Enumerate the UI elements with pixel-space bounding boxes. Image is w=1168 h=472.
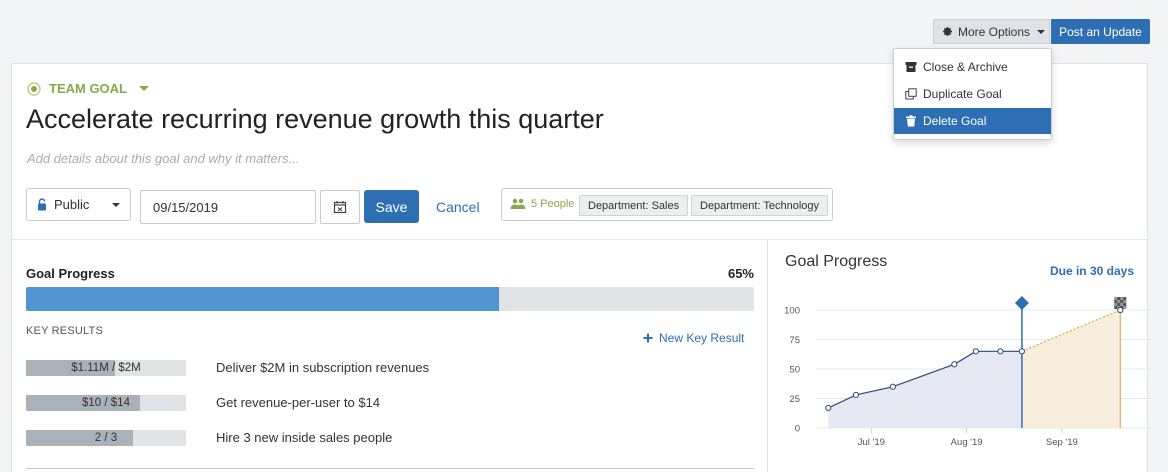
goal-type-selector[interactable]: TEAM GOAL (27, 81, 149, 96)
more-options-button[interactable]: More Options (933, 19, 1050, 44)
archive-icon (905, 62, 917, 72)
due-date-input[interactable] (140, 190, 316, 224)
gear-icon (943, 27, 952, 36)
key-result-label[interactable]: Deliver $2M in subscription revenues (216, 360, 429, 375)
target-point (1117, 306, 1124, 314)
menu-item-duplicate[interactable]: Duplicate Goal (894, 81, 1051, 107)
goal-title[interactable]: Accelerate recurring revenue growth this… (26, 104, 604, 135)
people-label: 5 People (531, 198, 575, 210)
goal-progress-chart: 0 25 50 75 100 Jul '19 Aug '19 Sep '19 (784, 296, 1151, 448)
visibility-label: Public (54, 197, 90, 212)
y-tick-label: 75 (789, 335, 800, 346)
target-icon (27, 81, 41, 96)
goal-type-label: TEAM GOAL (49, 81, 127, 96)
data-point (852, 391, 860, 399)
trash-icon (906, 115, 916, 127)
people-selector[interactable]: 5 People (510, 198, 574, 210)
tag-chip[interactable]: Department: Technology (691, 195, 829, 216)
actual-area (828, 351, 1022, 428)
today-marker (1014, 296, 1029, 310)
chart-title: Goal Progress (785, 253, 888, 270)
data-point (1018, 348, 1026, 355)
goal-progress-heading: Goal Progress (26, 266, 115, 281)
chevron-down-icon (112, 203, 120, 207)
due-date-label: Due in 30 days (1049, 264, 1134, 278)
visibility-select[interactable]: Public (26, 188, 131, 221)
data-point (825, 404, 832, 412)
key-result-label[interactable]: Hire 3 new inside sales people (216, 430, 392, 445)
x-tick-label: Aug '19 (951, 437, 983, 448)
save-button[interactable]: Save (364, 190, 419, 223)
data-point (889, 383, 896, 390)
cancel-button[interactable]: Cancel (436, 199, 480, 215)
key-results-heading: KEY RESULTS (26, 325, 103, 337)
y-tick-label: 0 (795, 424, 800, 435)
menu-item-label: Close & Archive (923, 60, 1008, 74)
key-result-value: 2 / 3 (94, 432, 118, 444)
more-options-label: More Options (958, 24, 1031, 39)
unlock-icon (38, 198, 46, 211)
goal-progress-percent: 65% (727, 266, 754, 281)
calendar-button[interactable] (320, 190, 360, 224)
x-tick-label: Jul '19 (858, 437, 885, 448)
goal-progress-bar[interactable] (26, 287, 754, 311)
new-key-result-button[interactable]: New Key Result (643, 331, 744, 345)
x-tick-label: Sep '19 (1046, 437, 1078, 448)
menu-item-delete[interactable]: Delete Goal (894, 108, 1051, 134)
new-key-result-label: New Key Result (659, 331, 745, 345)
section-divider (26, 468, 754, 469)
tag-chip[interactable]: Department: Sales (579, 195, 689, 216)
section-divider (11, 239, 1148, 240)
goal-tags-field[interactable]: 5 People Department: Sales Department: T… (501, 188, 833, 221)
goal-details-field[interactable]: Add details about this goal and why it m… (27, 151, 299, 166)
y-tick-label: 25 (789, 394, 800, 405)
menu-item-close-archive[interactable]: Close & Archive (894, 54, 1051, 80)
goal-progress-fill (26, 287, 500, 311)
more-options-menu: Close & Archive Duplicate Goal Delete Go… (893, 48, 1052, 140)
chevron-down-icon (139, 86, 149, 91)
data-point (997, 348, 1004, 355)
plus-icon (643, 333, 653, 343)
duplicate-icon (905, 88, 917, 100)
key-result-value: $10 / $14 (82, 397, 130, 409)
post-update-button[interactable]: Post an Update (1051, 19, 1150, 44)
data-point (951, 361, 958, 368)
menu-item-label: Duplicate Goal (923, 87, 1002, 101)
y-tick-label: 50 (789, 365, 800, 376)
calendar-icon (333, 201, 347, 214)
key-result-value: $1.11M / $2M (71, 362, 141, 374)
menu-item-label: Delete Goal (923, 114, 987, 128)
data-point (972, 348, 979, 355)
projected-area (1021, 310, 1121, 428)
chevron-down-icon (1037, 29, 1046, 34)
key-result-label[interactable]: Get revenue-per-user to $14 (216, 395, 380, 410)
people-icon (510, 198, 526, 209)
y-tick-label: 100 (784, 306, 800, 317)
